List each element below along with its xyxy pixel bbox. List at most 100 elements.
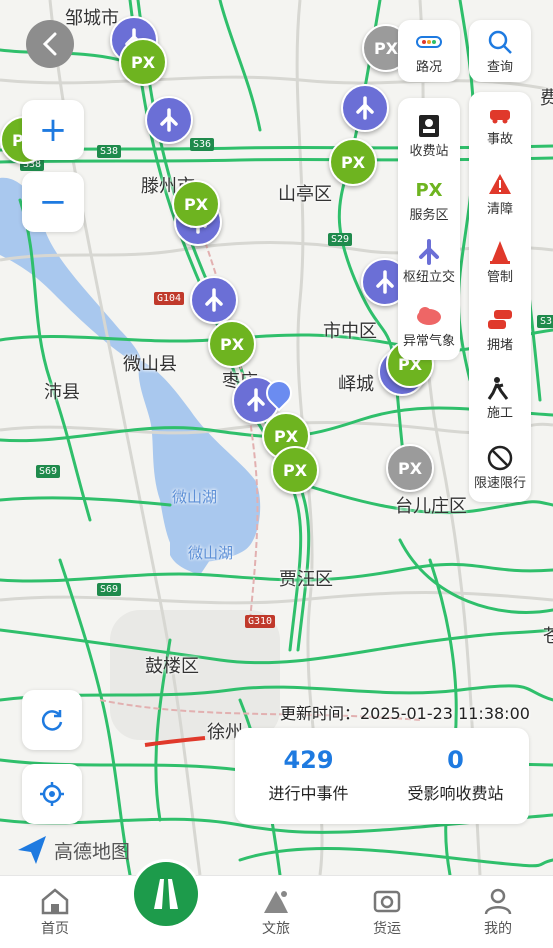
tab-freight[interactable]: 货运 — [332, 876, 442, 948]
tab-home[interactable]: 首页 — [0, 876, 110, 948]
place-label: 山亭区 — [278, 184, 332, 205]
tool-label: 服务区 — [409, 208, 449, 223]
tool-label: 路况 — [415, 60, 442, 75]
refresh-button[interactable] — [22, 690, 82, 750]
profile-icon — [483, 884, 513, 918]
tool-construction[interactable]: 施工 — [469, 374, 531, 421]
tool-accident[interactable]: 事故 — [469, 100, 531, 147]
tool-label: 拥堵 — [486, 338, 513, 353]
road-shield: S29 — [328, 233, 353, 246]
service-area-marker[interactable]: PX — [119, 38, 167, 86]
interchange-icon — [205, 288, 223, 312]
place-label: 费 — [540, 88, 553, 109]
tool-label: 查询 — [486, 60, 513, 75]
tool-label: 枢纽立交 — [402, 270, 455, 285]
update-time: 更新时间：2025-01-23 11:38:00 — [280, 704, 530, 723]
culture-tourism-icon — [260, 884, 292, 918]
place-label: 市中区 — [323, 321, 377, 342]
events-panel — [469, 92, 531, 502]
road-shield: S3 — [537, 315, 553, 328]
tool-label: 施工 — [486, 406, 513, 421]
tool-road-condition[interactable]: 路况 — [398, 28, 460, 75]
tool-speed-limit[interactable]: 限速限行 — [469, 444, 531, 491]
place-label: 邹城市 — [65, 8, 119, 29]
weather-icon — [414, 302, 444, 330]
toll-station-icon — [417, 112, 441, 140]
tool-service-area[interactable]: PX 服务区 — [398, 176, 460, 224]
road-shield: G310 — [245, 615, 276, 628]
home-icon — [40, 884, 70, 918]
interchange-marker[interactable] — [341, 84, 389, 132]
amap-logo-text: 高德地图 — [54, 840, 131, 863]
service-area-marker[interactable]: PX — [271, 446, 319, 494]
stats-card: 429 进行中事件 0 受影响收费站 — [235, 728, 529, 824]
tool-label: 异常气象 — [402, 334, 455, 349]
tool-traffic-jam[interactable]: 拥堵 — [469, 306, 531, 353]
back-button[interactable] — [26, 20, 74, 68]
back-arrow-icon — [42, 32, 57, 56]
tab-label: 文旅 — [262, 921, 290, 937]
interchange-icon — [376, 270, 394, 294]
minus-icon: − — [38, 182, 68, 222]
interchange-icon — [356, 96, 374, 120]
tool-clear[interactable]: 清障 — [469, 170, 531, 217]
tool-query[interactable]: 查询 — [469, 28, 531, 75]
locate-button[interactable] — [22, 764, 82, 824]
service-area-marker[interactable]: PX — [329, 138, 377, 186]
service-area-icon: PX — [415, 179, 443, 201]
interchange-marker[interactable] — [190, 276, 238, 324]
service-area-marker[interactable]: PX — [208, 320, 256, 368]
tab-culture-tourism[interactable]: 文旅 — [221, 876, 331, 948]
tool-label: 清障 — [486, 202, 513, 217]
highway-icon — [154, 879, 178, 909]
accident-icon — [487, 100, 513, 128]
closed-service-area-marker[interactable]: PX — [386, 444, 434, 492]
place-label: 微山县 — [123, 354, 177, 375]
tool-label: 限速限行 — [473, 476, 526, 491]
place-label: 鼓楼区 — [145, 656, 199, 677]
tab-label: 我的 — [484, 921, 512, 937]
interchange-icon — [247, 388, 265, 412]
ongoing-events-count: 429 — [283, 746, 334, 774]
service-area-marker[interactable]: PX — [172, 180, 220, 228]
affected-toll-count: 0 — [447, 746, 464, 774]
place-label: 沛县 — [44, 382, 80, 403]
tool-label: 收费站 — [409, 144, 449, 159]
place-label: 苍 — [543, 626, 553, 647]
traffic-jam-icon — [486, 306, 514, 334]
warning-icon — [487, 170, 513, 198]
ongoing-events-stat[interactable]: 429 进行中事件 — [235, 728, 382, 824]
tab-highway[interactable] — [131, 859, 201, 929]
tool-weather[interactable]: 异常气象 — [398, 302, 460, 349]
tool-label: 事故 — [486, 132, 513, 147]
road-shield: S69 — [97, 583, 122, 596]
place-label: 台儿庄区 — [395, 496, 467, 517]
zoom-out-button[interactable]: − — [22, 172, 84, 232]
lake-label: 微山湖 — [188, 544, 234, 562]
tool-toll-station[interactable]: 收费站 — [398, 112, 460, 159]
zoom-in-button[interactable]: + — [22, 100, 84, 160]
cone-icon — [488, 238, 512, 266]
road-shield: S69 — [36, 465, 61, 478]
amap-logo-icon — [18, 836, 46, 864]
speed-limit-icon — [487, 444, 513, 472]
road-shield: S36 — [190, 138, 215, 151]
interchange-marker[interactable] — [145, 96, 193, 144]
plus-icon: + — [38, 110, 68, 150]
road-shield: G104 — [154, 292, 185, 305]
road-condition-icon — [416, 28, 442, 56]
lake-label: 微山湖 — [172, 488, 218, 506]
interchange-icon — [417, 238, 441, 266]
ongoing-events-label: 进行中事件 — [268, 784, 349, 803]
map-view[interactable]: 邹城市滕州市山亭区市中区微山县枣庄峄城沛县台儿庄区贾汪区鼓楼区徐州费苍微山湖微山… — [0, 0, 553, 875]
tab-profile[interactable]: 我的 — [443, 876, 553, 948]
tool-interchange[interactable]: 枢纽立交 — [398, 238, 460, 285]
search-icon — [487, 28, 513, 56]
tool-control[interactable]: 管制 — [469, 238, 531, 285]
highway-button — [134, 862, 198, 926]
affected-toll-stat[interactable]: 0 受影响收费站 — [382, 728, 529, 824]
bottom-tab-bar: 首页 文旅 货运 我的 — [0, 875, 553, 948]
tool-label: 管制 — [486, 270, 513, 285]
locate-icon — [40, 782, 64, 806]
place-label: 峄城 — [338, 374, 374, 395]
